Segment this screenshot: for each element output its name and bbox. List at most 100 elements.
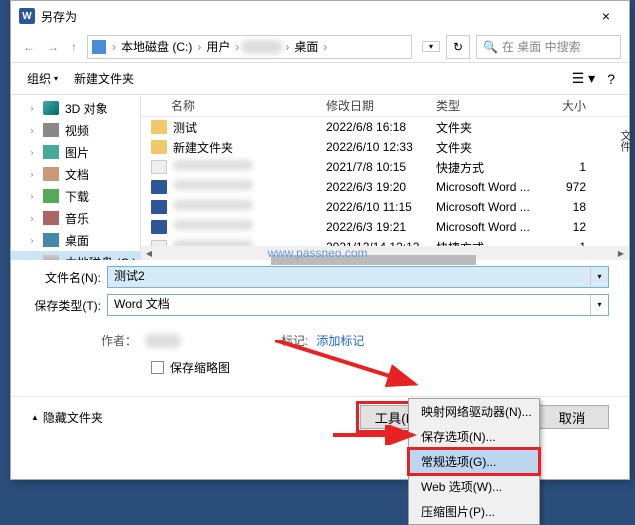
file-date: 2021/7/8 10:15 [326, 160, 436, 174]
sidebar-item[interactable]: ›视频 [11, 119, 140, 141]
refresh-button[interactable]: ↻ [446, 35, 470, 59]
menu-item[interactable]: 保存选项(N)... [409, 424, 539, 449]
file-row[interactable]: x 2022/6/10 11:15Microsoft Word ...18 [141, 197, 629, 217]
tags-label: 标记: [281, 334, 308, 348]
file-size: 18 [546, 200, 596, 214]
breadcrumb-dropdown[interactable]: ▾ [422, 41, 440, 52]
search-icon: 🔍 [483, 40, 498, 54]
author-label: 作者： [101, 334, 137, 348]
column-name[interactable]: 名称 [141, 97, 326, 114]
tags-value[interactable]: 添加标记 [316, 334, 364, 348]
sidebar-item-label: 3D 对象 [65, 100, 108, 117]
new-folder-button[interactable]: 新建文件夹 [66, 66, 142, 91]
file-row[interactable]: x2022/6/3 19:21Microsoft Word ...12 [141, 217, 629, 237]
filetype-dropdown[interactable]: ▾ [590, 295, 608, 315]
filename-input[interactable]: 测试2 ▾ [107, 266, 609, 288]
file-type: Microsoft Word ... [436, 180, 546, 194]
file-size: 1 [546, 160, 596, 174]
file-icon [151, 160, 167, 174]
sidebar-item[interactable]: ›音乐 [11, 207, 140, 229]
file-icon [151, 120, 167, 134]
file-row[interactable]: 新建文件夹 2022/6/10 12:33文件夹 [141, 137, 629, 157]
sidebar-item-label: 文档 [65, 166, 89, 183]
organize-button[interactable]: 组织▾ [19, 66, 66, 91]
folder-icon [43, 255, 59, 260]
word-icon: W [19, 8, 35, 24]
menu-item[interactable]: 常规选项(G)... [409, 449, 539, 474]
sidebar-item[interactable]: ›桌面 [11, 229, 140, 251]
file-row[interactable]: x 2021/7/8 10:15快捷方式1 [141, 157, 629, 177]
menu-item[interactable]: Web 选项(W)... [409, 474, 539, 499]
file-row[interactable]: x2022/6/3 19:20Microsoft Word ...972 [141, 177, 629, 197]
filetype-label: 保存类型(T): [31, 297, 101, 314]
file-date: 2022/6/10 12:33 [326, 140, 436, 154]
watermark: www.passneo.com [267, 246, 367, 260]
breadcrumb[interactable]: › 本地磁盘 (C:) › 用户 › xxxxx › 桌面 › [87, 35, 412, 59]
back-button[interactable]: ← [19, 38, 39, 56]
file-date: 2022/6/3 19:21 [326, 220, 436, 234]
file-type: 文件夹 [436, 139, 546, 156]
column-size[interactable]: 大小 [546, 97, 596, 114]
view-options-button[interactable]: ☰ ▾ [566, 68, 601, 89]
sidebar-item-label: 桌面 [65, 232, 89, 249]
file-type: 快捷方式 [436, 159, 546, 176]
sidebar-item[interactable]: 本地磁盘 (C:) [11, 251, 140, 260]
file-name: x [173, 200, 253, 214]
author-value[interactable]: xx [145, 334, 181, 348]
folder-icon [43, 101, 59, 115]
file-icon [151, 200, 167, 214]
file-name: 新建文件夹 [173, 139, 233, 156]
sidebar-item-label: 图片 [65, 144, 89, 161]
file-name: x [173, 220, 253, 234]
sidebar-item-label: 下载 [65, 188, 89, 205]
file-date: 2022/6/3 19:20 [326, 180, 436, 194]
filetype-select[interactable]: Word 文档 ▾ [107, 294, 609, 316]
horizontal-scrollbar[interactable]: ◀▶ [141, 246, 629, 260]
save-thumbnail-checkbox[interactable] [151, 361, 164, 374]
file-type: Microsoft Word ... [436, 200, 546, 214]
sidebar-item-label: 本地磁盘 (C:) [65, 254, 136, 261]
file-name: 测试 [173, 119, 197, 136]
toolbar: 组织▾ 新建文件夹 ☰ ▾ ? [11, 63, 629, 95]
search-placeholder: 在 桌面 中搜索 [502, 38, 581, 55]
breadcrumb-item[interactable]: 桌面 [291, 38, 321, 55]
sidebar-item-label: 视频 [65, 122, 89, 139]
folder-icon [43, 189, 59, 203]
breadcrumb-item-hidden[interactable]: xxxxx [241, 40, 283, 54]
help-button[interactable]: ? [601, 69, 621, 89]
file-icon [151, 140, 167, 154]
search-input[interactable]: 🔍 在 桌面 中搜索 [476, 35, 621, 59]
file-size: 972 [546, 180, 596, 194]
column-date[interactable]: 修改日期 [326, 97, 436, 114]
file-row[interactable]: 测试2022/6/8 16:18文件夹 [141, 117, 629, 137]
breadcrumb-item[interactable]: 用户 [203, 38, 233, 55]
sidebar-item[interactable]: ›下载 [11, 185, 140, 207]
filename-label: 文件名(N): [31, 269, 101, 286]
column-type[interactable]: 类型 [436, 97, 546, 114]
file-size: 12 [546, 220, 596, 234]
folder-icon [43, 211, 59, 225]
sidebar-item[interactable]: ›图片 [11, 141, 140, 163]
sidebar-item-label: 音乐 [65, 210, 89, 227]
file-name: x [173, 160, 253, 174]
menu-item[interactable]: 映射网络驱动器(N)... [409, 399, 539, 424]
filename-dropdown[interactable]: ▾ [590, 267, 608, 287]
folder-icon [43, 145, 59, 159]
sidebar-item[interactable]: ›3D 对象 [11, 97, 140, 119]
cancel-button[interactable]: 取消 [535, 405, 609, 429]
up-button[interactable]: ↑ [67, 38, 81, 56]
file-date: 2022/6/10 11:15 [326, 200, 436, 214]
file-list-header: 名称 修改日期 类型 大小 [141, 95, 629, 117]
close-button[interactable]: × [591, 8, 621, 24]
file-icon [151, 220, 167, 234]
dialog-title: 另存为 [41, 8, 591, 25]
address-bar: ← → ↑ › 本地磁盘 (C:) › 用户 › xxxxx › 桌面 › ▾ … [11, 31, 629, 63]
folder-icon [43, 123, 59, 137]
file-pane: 名称 修改日期 类型 大小 测试2022/6/8 16:18文件夹新建文件夹 20… [141, 95, 629, 260]
folder-icon [43, 233, 59, 247]
menu-item[interactable]: 压缩图片(P)... [409, 499, 539, 524]
breadcrumb-item[interactable]: 本地磁盘 (C:) [118, 38, 195, 55]
forward-button[interactable]: → [43, 38, 63, 56]
hide-folders-toggle[interactable]: ▲隐藏文件夹 [31, 409, 103, 426]
sidebar-item[interactable]: ›文档 [11, 163, 140, 185]
